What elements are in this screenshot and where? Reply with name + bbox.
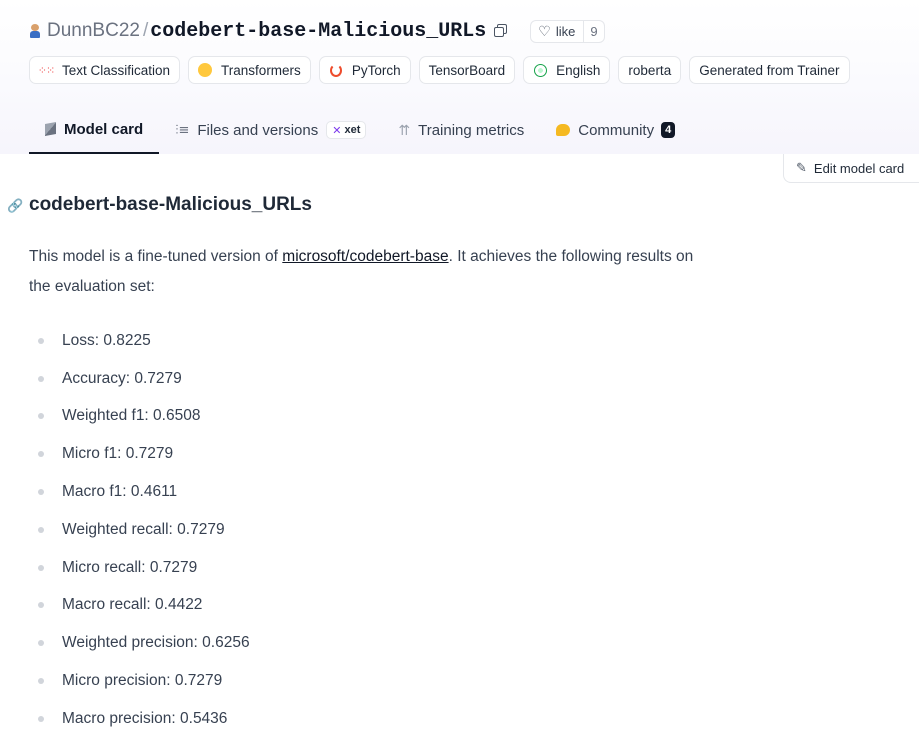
tag-tensorboard[interactable]: TensorBoard [418, 56, 516, 84]
edit-model-card-button[interactable]: ✎ Edit model card [783, 154, 919, 183]
list-item: Micro recall: 0.7279 [29, 549, 729, 587]
list-item: Weighted precision: 0.6256 [29, 624, 729, 662]
link-anchor-icon[interactable]: 🔗 [7, 198, 23, 214]
tab-label: Files and versions [197, 121, 319, 139]
list-item: Micro f1: 0.7279 [29, 435, 729, 473]
tag-label: PyTorch [351, 62, 401, 78]
files-icon: ⫶≡ [175, 122, 190, 138]
tag-label: roberta [628, 62, 672, 78]
tab-label: Community [578, 121, 655, 139]
like-label: like [555, 23, 576, 39]
tag-generated-from-trainer[interactable]: Generated from Trainer [689, 56, 850, 84]
tab-model-card[interactable]: Model card [29, 112, 160, 154]
pytorch-icon [329, 63, 342, 77]
tab-files-and-versions[interactable]: ⫶≡ Files and versions ✕ xet [159, 112, 382, 148]
repo-owner-link[interactable]: DunnBC22 [47, 20, 140, 42]
tag-list: ⁘⁙ Text Classification Transformers PyTo… [29, 56, 850, 84]
xet-icon: ✕ [332, 124, 342, 137]
list-item: Macro precision: 0.5436 [29, 700, 729, 738]
list-item: Macro f1: 0.4611 [29, 473, 729, 511]
tag-pytorch[interactable]: PyTorch [318, 56, 411, 84]
community-count-badge: 4 [661, 122, 676, 138]
tensorboard-icon: ⇈ [398, 121, 411, 138]
heart-icon: ♡ [538, 22, 551, 39]
like-count[interactable]: 9 [583, 20, 603, 42]
text-classification-icon: ⁘⁙ [37, 64, 55, 77]
metrics-list: Loss: 0.8225 Accuracy: 0.7279 Weighted f… [29, 322, 729, 738]
pencil-icon: ✎ [796, 160, 807, 175]
repo-title-row: DunnBC22 / codebert-base-Malicious_URLs … [29, 17, 605, 45]
tag-text-classification[interactable]: ⁘⁙ Text Classification [29, 56, 181, 84]
copy-icon[interactable] [494, 24, 508, 38]
list-item: Macro recall: 0.4422 [29, 587, 729, 625]
path-separator: / [142, 20, 149, 41]
tab-community[interactable]: Community 4 [540, 112, 691, 148]
tag-label: TensorBoard [428, 62, 506, 78]
model-card-title: codebert-base-Malicious_URLs [29, 194, 312, 215]
repo-name-link[interactable]: codebert-base-Malicious_URLs [150, 20, 486, 43]
list-item: Micro precision: 0.7279 [29, 662, 729, 700]
tab-label: Training metrics [418, 121, 525, 139]
tag-label: Text Classification [62, 62, 171, 78]
edit-button-label: Edit model card [813, 160, 905, 176]
globe-icon [533, 63, 547, 77]
tag-label: Transformers [221, 62, 301, 78]
xet-badge: ✕ xet [326, 121, 367, 139]
tab-training-metrics[interactable]: ⇈ Training metrics [382, 112, 540, 148]
list-item: Loss: 0.8225 [29, 322, 729, 360]
tag-label: English [556, 62, 601, 78]
tag-roberta[interactable]: roberta [618, 56, 682, 84]
tab-label: Model card [64, 120, 144, 138]
owner-avatar-icon[interactable] [29, 23, 41, 39]
like-button[interactable]: ♡ like 9 [530, 19, 605, 43]
intro-paragraph: This model is a fine-tuned version of mi… [29, 242, 719, 302]
model-card-heading: 🔗 codebert-base-Malicious_URLs [7, 190, 729, 220]
intro-text: This model is a fine-tuned version of [29, 248, 283, 265]
tag-label: Generated from Trainer [699, 62, 840, 78]
base-model-link[interactable]: microsoft/codebert-base [282, 248, 448, 265]
tag-transformers[interactable]: Transformers [188, 56, 311, 84]
list-item: Weighted recall: 0.7279 [29, 511, 729, 549]
model-cube-icon [45, 122, 56, 136]
list-item: Accuracy: 0.7279 [29, 360, 729, 398]
model-card-content: 🔗 codebert-base-Malicious_URLs This mode… [7, 190, 729, 738]
repo-tabs: Model card ⫶≡ Files and versions ✕ xet ⇈ … [29, 112, 691, 154]
community-chat-icon [556, 124, 571, 136]
list-item: Weighted f1: 0.6508 [29, 398, 729, 436]
hugging-face-icon [198, 63, 213, 77]
tag-english[interactable]: English [523, 56, 611, 84]
